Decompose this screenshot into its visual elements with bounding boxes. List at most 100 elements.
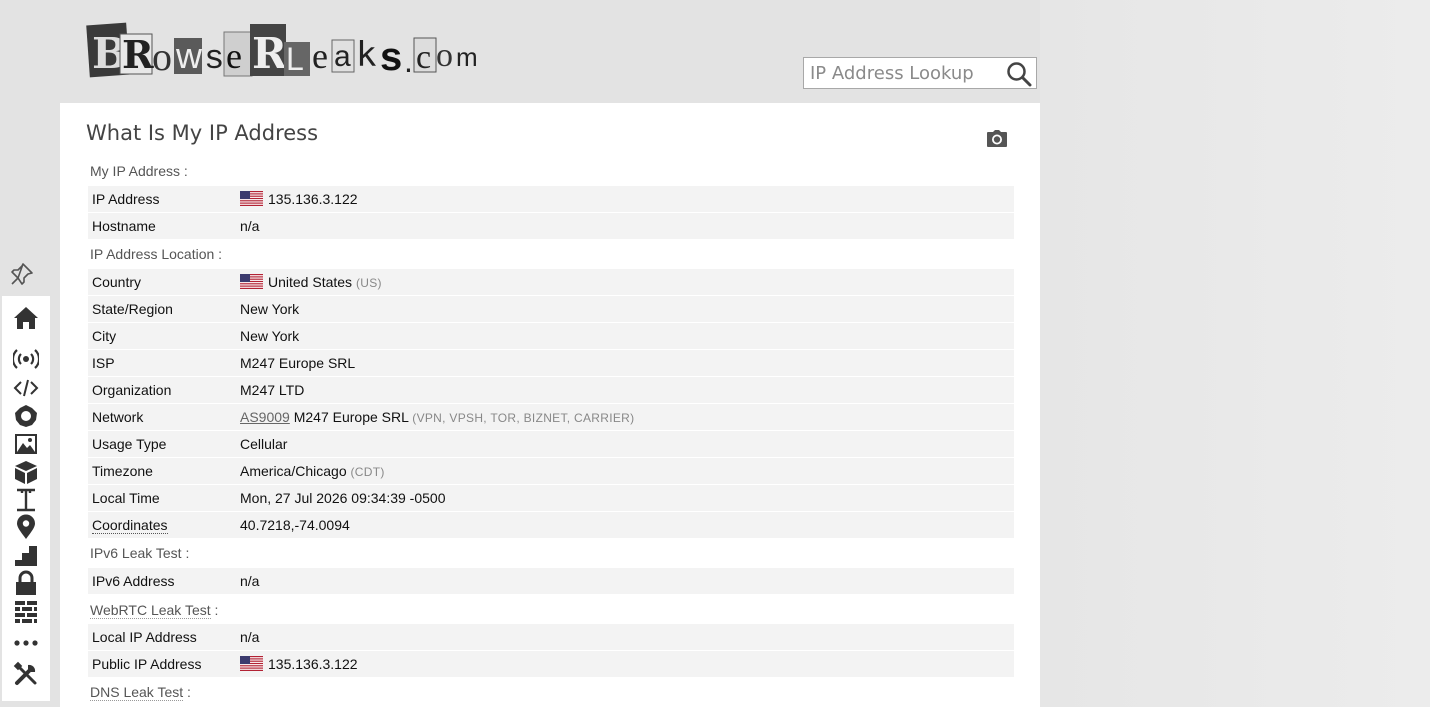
location-pin-icon [13,514,39,545]
sidebar-item-home[interactable] [2,306,50,334]
asn-link[interactable]: AS9009 [240,409,290,425]
svg-text:w: w [175,35,203,76]
row-label: Timezone [92,463,153,479]
code-icon [13,375,39,406]
row-country: Country United States (US) [88,269,1014,295]
sidebar-item-javascript[interactable] [2,376,50,404]
sidebar-item-canvas[interactable] [2,404,50,432]
svg-text:s: s [380,35,402,79]
lock-icon [13,570,39,601]
home-icon [13,305,39,336]
section-dns: DNS Leak Test : [90,684,191,701]
main-content: What Is My IP Address My IP Address : IP… [60,103,1040,707]
row-label: Local IP Address [92,629,197,645]
svg-text:R: R [252,29,288,78]
cube-icon [13,459,39,490]
row-timezone: Timezone America/Chicago (CDT) [88,458,1014,484]
svg-text:c: c [416,39,431,76]
sidebar-item-tools[interactable] [2,661,50,692]
broadcast-icon [11,346,41,377]
canvas-icon [13,403,39,434]
ip-lookup-input[interactable] [804,58,1004,88]
dns-leak-test-link[interactable]: DNS Leak Test [90,684,184,701]
sidebar-item-fonts[interactable] [2,488,50,516]
svg-text:R: R [122,32,154,77]
us-flag-icon [240,191,263,206]
row-label: Network [92,409,144,425]
row-label: Hostname [92,218,156,234]
row-ip-address: IP Address 135.136.3.122 [88,186,1014,212]
row-hostname: Hostname n/a [88,213,1014,239]
row-label: Organization [92,382,172,398]
organization-value: M247 LTD [240,382,305,398]
row-label: IP Address [92,191,160,207]
tools-icon [13,661,39,692]
page-title: What Is My IP Address [86,121,319,145]
country-value: United States [268,274,353,290]
country-code: (US) [355,276,382,290]
local-ip-value: n/a [240,629,260,645]
section-ipv6: IPv6 Leak Test : [90,545,190,561]
site-logo[interactable]: B R o w s e R L e a k s . c o m [86,18,478,84]
svg-text:e: e [312,36,328,76]
timezone-abbr: (CDT) [350,465,385,479]
page-background [1040,0,1430,707]
sidebar-item-broadcast[interactable] [2,347,50,375]
local-time-value: Mon, 27 Jul 2026 09:34:39 -0500 [240,490,446,506]
coordinates-link[interactable]: Coordinates [92,517,168,534]
row-isp: ISP M247 Europe SRL [88,350,1014,376]
sidebar-nav [2,296,50,701]
sidebar-item-more[interactable] [2,631,50,659]
sidebar-item-features[interactable] [2,543,50,571]
usage-type-value: Cellular [240,436,288,452]
row-label: Usage Type [92,436,167,452]
us-flag-icon [240,656,263,671]
svg-text:m: m [456,42,476,72]
city-value: New York [240,328,300,344]
sidebar-item-firewall[interactable] [2,599,50,627]
sidebar-item-webgl[interactable] [2,460,50,488]
row-network: Network AS9009 M247 Europe SRL (VPN, VPS… [88,404,1014,430]
svg-text:k: k [356,35,376,75]
row-ipv6-address: IPv6 Address n/a [88,568,1014,594]
sidebar-item-ssl[interactable] [2,570,50,601]
camera-icon[interactable] [985,127,1009,151]
section-my-ip: My IP Address : [90,163,188,179]
svg-text:s: s [204,41,224,79]
isp-value: M247 Europe SRL [240,355,356,371]
public-ip-value: 135.136.3.122 [268,656,358,672]
webrtc-leak-test-link[interactable]: WebRTC Leak Test [90,602,211,619]
pin-icon[interactable] [9,261,35,287]
search-icon[interactable] [1006,61,1032,87]
svg-text:L: L [286,41,304,77]
row-usage-type: Usage Type Cellular [88,431,1014,457]
network-value: M247 Europe SRL [293,409,409,425]
svg-text:a: a [334,40,351,73]
coordinates-value: 40.7218,-74.0094 [240,517,350,533]
row-label: Local Time [92,490,160,506]
svg-text:e: e [226,36,242,76]
row-local-time: Local Time Mon, 27 Jul 2026 09:34:39 -05… [88,485,1014,511]
svg-text:.: . [404,43,413,79]
row-label: ISP [92,355,115,371]
network-tags: (VPN, VPSH, TOR, BIZNET, CARRIER) [412,411,635,425]
ip-lookup-search [803,57,1037,89]
ipv6-address-value: n/a [240,573,260,589]
sidebar-item-webgl-image[interactable] [2,432,50,460]
hostname-value: n/a [240,218,260,234]
image-icon [13,431,39,462]
row-label: IPv6 Address [92,573,175,589]
row-public-ip: Public IP Address 135.136.3.122 [88,651,1014,677]
row-label: City [92,328,117,344]
firewall-icon [13,598,39,629]
sidebar-item-geolocation[interactable] [2,514,50,545]
row-local-ip: Local IP Address n/a [88,624,1014,650]
row-coordinates: Coordinates 40.7218,-74.0094 [88,512,1014,538]
row-label: Public IP Address [92,656,202,672]
state-value: New York [240,301,300,317]
row-city: City New York [88,323,1014,349]
us-flag-icon [240,274,263,289]
more-icon [13,630,39,661]
row-label: Country [92,274,142,290]
svg-text:o: o [436,37,453,74]
